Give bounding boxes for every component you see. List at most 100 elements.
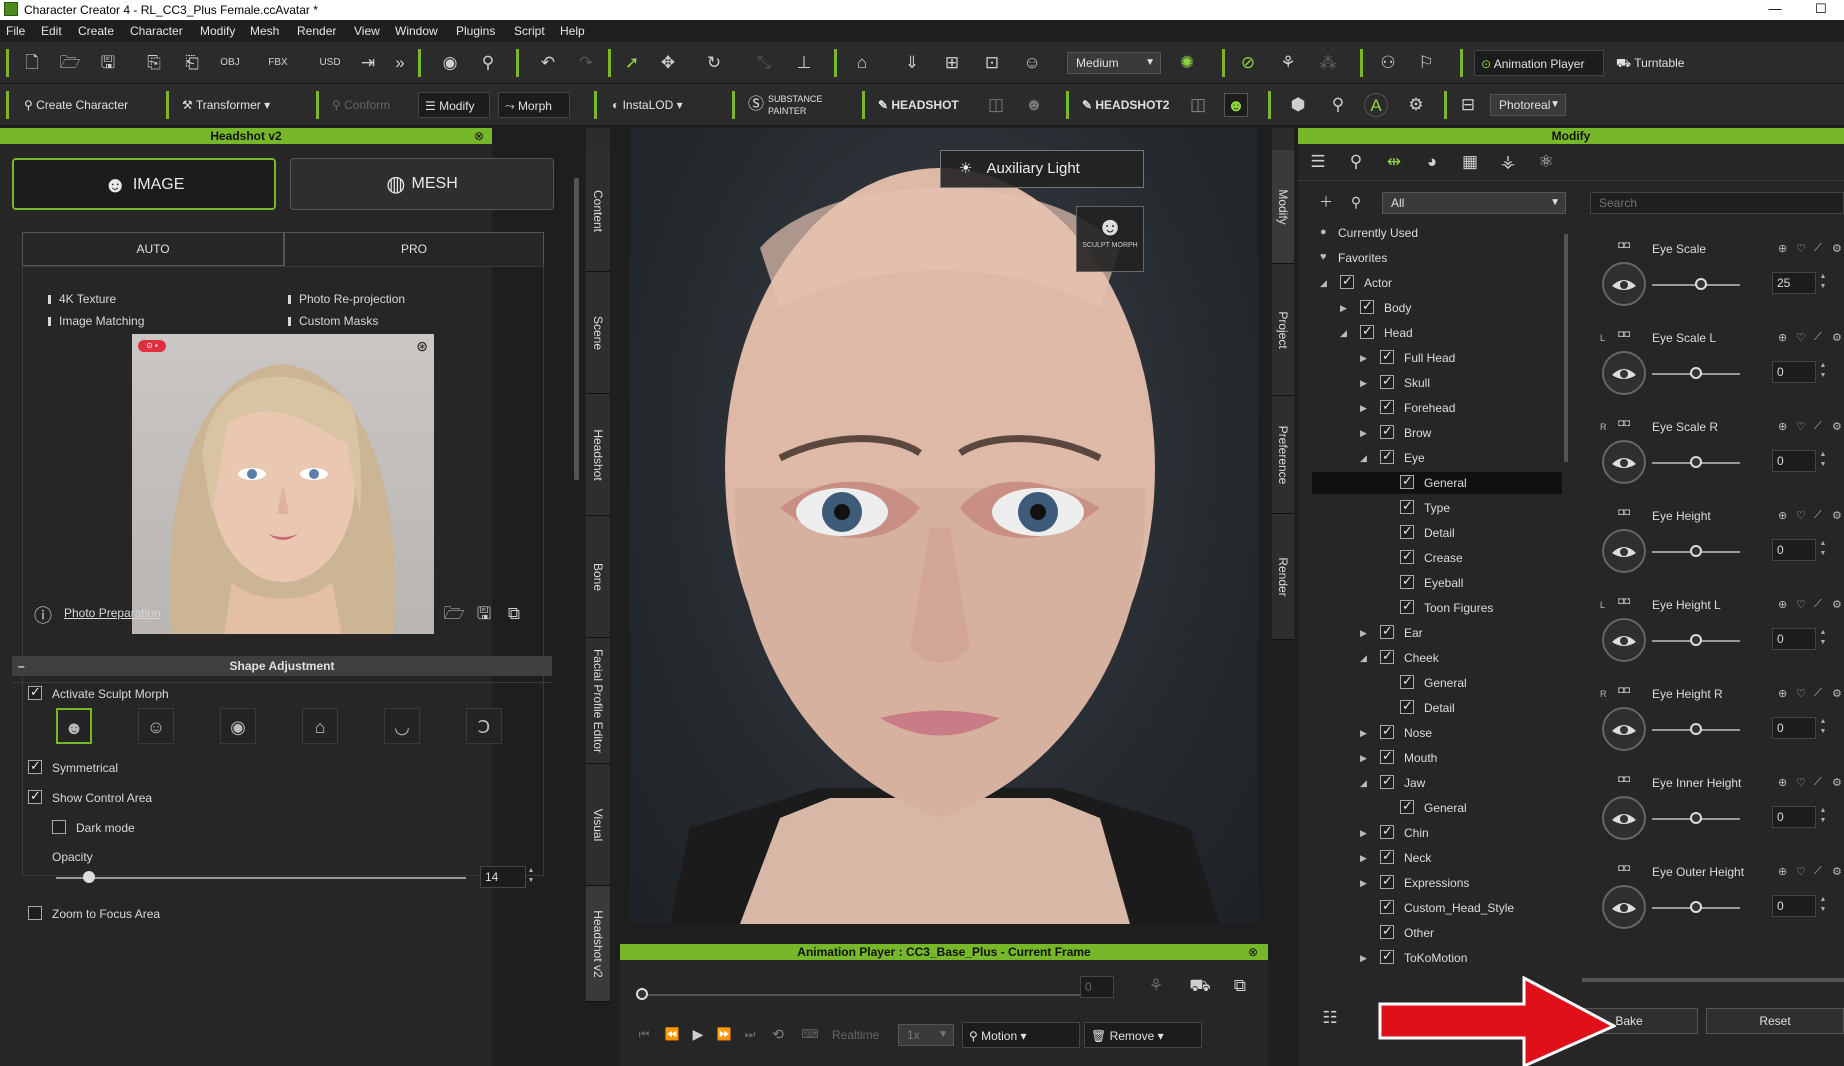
visibility-icon[interactable]: ◘◘ — [1618, 240, 1630, 251]
pin-icon[interactable]: ⟋ — [1814, 687, 1822, 700]
tree-checkbox[interactable] — [1400, 548, 1414, 564]
menu-file[interactable]: File — [6, 24, 25, 38]
motion-icon[interactable]: ⚘ — [1276, 51, 1300, 75]
material-tab-icon[interactable]: ◕ — [1420, 150, 1444, 174]
headshot-mesh-icon[interactable]: ◫ — [984, 93, 1008, 117]
substance-painter-button[interactable]: Ⓢ SUBSTANCE PAINTER — [742, 92, 828, 118]
visibility-icon[interactable]: ◘◘ — [1618, 863, 1630, 874]
opacity-stepper[interactable]: ▲ ▼ — [526, 866, 536, 888]
menu-modify[interactable]: Modify — [200, 24, 235, 38]
reset-button[interactable]: Reset — [1706, 1008, 1844, 1034]
pose-tab-icon[interactable]: ⚲ — [1344, 150, 1368, 174]
pin-icon[interactable]: ⟋ — [1814, 776, 1822, 789]
tree-row[interactable]: ▶ Expressions — [1312, 872, 1562, 894]
collapse-arrow-icon[interactable]: ◢ — [1320, 278, 1327, 289]
menu-character[interactable]: Character — [130, 24, 183, 38]
focus-icon[interactable]: ⊡ — [980, 51, 1004, 75]
opacity-value-field[interactable]: 14 — [480, 866, 526, 888]
tree-checkbox[interactable] — [1360, 323, 1374, 339]
tree-row[interactable]: Detail — [1312, 697, 1562, 719]
menu-create[interactable]: Create — [78, 24, 114, 38]
tree-row[interactable]: Detail — [1312, 522, 1562, 544]
eye-region-icon[interactable]: ◉ — [220, 708, 256, 744]
move-icon[interactable]: ✥ — [656, 51, 680, 75]
slider-value-field[interactable]: 0 — [1772, 361, 1816, 383]
collapse-arrow-icon[interactable]: ◢ — [1360, 778, 1367, 789]
expand-arrow-icon[interactable]: ▶ — [1360, 628, 1367, 639]
send-icon[interactable]: ⇥ — [356, 51, 380, 75]
settings-icon[interactable]: ⚙ — [1832, 598, 1842, 611]
list-view-icon[interactable]: ☷ — [1318, 1006, 1342, 1030]
visibility-icon[interactable]: ◘◘ — [1618, 507, 1630, 518]
favorite-icon[interactable]: ♡ — [1796, 420, 1806, 433]
slider-stepper[interactable]: ▲ ▼ — [1818, 450, 1828, 472]
loop-icon[interactable]: ⚘ — [1144, 974, 1168, 998]
full-face-region-icon[interactable]: ☻ — [56, 708, 92, 744]
tree-checkbox[interactable] — [1400, 573, 1414, 589]
morph-button[interactable]: ⤳ Morph — [498, 92, 570, 118]
tree-checkbox[interactable] — [1380, 823, 1394, 839]
save-photo-icon[interactable]: 🖫 — [472, 602, 496, 626]
pin-icon[interactable]: ⟋ — [1814, 242, 1822, 255]
settings-icon[interactable]: ⚙ — [1832, 242, 1842, 255]
frame-field[interactable]: 0 — [1080, 976, 1114, 998]
slider-value-field[interactable]: 0 — [1772, 539, 1816, 561]
slider-handle[interactable] — [1690, 901, 1702, 913]
slider-stepper[interactable]: ▲ ▼ — [1818, 806, 1828, 828]
lock-icon[interactable]: ⊕ — [1778, 331, 1787, 344]
settings-icon[interactable]: ⚙ — [1832, 509, 1842, 522]
tree-checkbox[interactable] — [1360, 298, 1374, 314]
tree-row[interactable]: Custom_Head_Style — [1312, 897, 1562, 919]
align-icon[interactable]: ⊥ — [792, 51, 816, 75]
tree-row[interactable]: General — [1312, 472, 1562, 494]
collapse-arrow-icon[interactable]: ◢ — [1360, 453, 1367, 464]
expand-arrow-icon[interactable]: ▶ — [1360, 378, 1367, 389]
tree-row[interactable]: ▶ Skull — [1312, 372, 1562, 394]
realtime-toggle[interactable]: Realtime — [826, 1022, 885, 1048]
texture-tab-icon[interactable]: ▦ — [1458, 150, 1482, 174]
side-tab-scene[interactable]: Scene — [586, 272, 610, 394]
screen-icon[interactable]: ⧉ — [1228, 974, 1252, 998]
auto-setup-icon[interactable]: A — [1364, 93, 1388, 117]
show-control-area-checkbox[interactable] — [28, 788, 42, 804]
redo-icon[interactable]: ↷ — [574, 51, 598, 75]
tree-row[interactable]: ◢ Head — [1312, 322, 1562, 344]
pin-icon[interactable]: ⟋ — [1814, 598, 1822, 611]
slider-stepper[interactable]: ▲ ▼ — [1818, 361, 1828, 383]
lock-icon[interactable]: ⊕ — [1778, 865, 1787, 878]
symmetrical-checkbox[interactable] — [28, 758, 42, 774]
side-tab-modify[interactable]: Modify — [1272, 150, 1294, 264]
favorite-icon[interactable]: ♡ — [1796, 509, 1806, 522]
photo-settings-icon[interactable]: ⊛ — [416, 338, 428, 355]
tree-checkbox[interactable] — [1400, 498, 1414, 514]
tree-checkbox[interactable] — [1400, 798, 1414, 814]
pro-tab[interactable]: PRO — [284, 232, 544, 266]
motion-button[interactable]: ⚲ Motion ▾ — [962, 1022, 1080, 1048]
tree-row[interactable]: General — [1312, 797, 1562, 819]
lips-region-icon[interactable]: ◡ — [384, 708, 420, 744]
tree-row[interactable]: Eyeball — [1312, 572, 1562, 594]
inspect-icon[interactable]: ⚲ — [1326, 93, 1350, 117]
tree-checkbox[interactable] — [1340, 273, 1354, 289]
tree-row[interactable]: ▶ Forehead — [1312, 397, 1562, 419]
visibility-icon[interactable]: ◘◘ — [1618, 685, 1630, 696]
tree-checkbox[interactable] — [1380, 723, 1394, 739]
left-panel-scrollbar[interactable] — [574, 178, 579, 480]
expand-arrow-icon[interactable]: ▶ — [1360, 828, 1367, 839]
lock-icon[interactable]: ⊕ — [1778, 242, 1787, 255]
activate-sculpt-morph-checkbox[interactable] — [28, 684, 42, 700]
pose-icon[interactable]: ◉ — [438, 51, 462, 75]
remove-button[interactable]: 🗑 Remove ▾ — [1084, 1022, 1202, 1048]
tree-row[interactable]: ▶ Brow — [1312, 422, 1562, 444]
side-tab-facial-profile-editor[interactable]: Facial Profile Editor — [586, 638, 610, 764]
tree-row[interactable]: ▶ ToKoMotion — [1312, 947, 1562, 969]
minimize-button[interactable]: — — [1752, 0, 1798, 20]
tree-row[interactable]: ▶ Neck — [1312, 847, 1562, 869]
quality-select[interactable]: Medium ▼ — [1067, 52, 1161, 74]
menu-script[interactable]: Script — [514, 24, 545, 38]
instalod-button[interactable]: ◐ InstaLOD ▾ — [606, 92, 689, 118]
headshot2-button[interactable]: ✎ HEADSHOT2 — [1076, 92, 1175, 118]
menu-edit[interactable]: Edit — [41, 24, 62, 38]
loop-mode-icon[interactable]: ⟲ — [766, 1022, 790, 1046]
tree-checkbox[interactable] — [1380, 773, 1394, 789]
